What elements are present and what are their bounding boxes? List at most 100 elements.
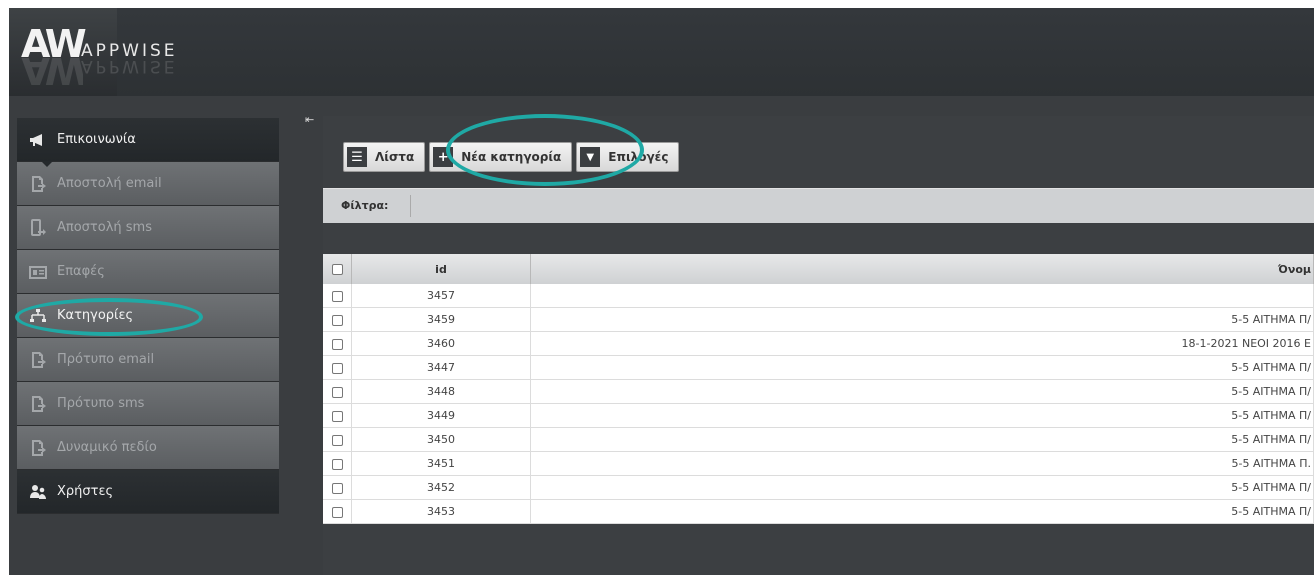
cell-id: 3452: [351, 475, 531, 500]
list-button-label: Λίστα: [375, 150, 415, 164]
select-all-header[interactable]: [323, 254, 352, 284]
row-select-cell[interactable]: [323, 499, 352, 524]
list-icon: ☰: [347, 147, 367, 167]
row-select-cell[interactable]: [323, 475, 352, 500]
row-checkbox[interactable]: [331, 338, 343, 350]
sidebar-item-label: Χρήστες: [57, 484, 114, 499]
new-category-button[interactable]: + Νέα κατηγορία: [429, 142, 573, 172]
categories-table: id Όνομ 3457 3459 5-5 ΑΙΤΗΜΑ Π/3460 18-1-20…: [323, 254, 1314, 524]
row-checkbox[interactable]: [331, 314, 343, 326]
filter-divider: [410, 195, 411, 217]
cell-id: 3459: [351, 307, 531, 332]
row-select-cell[interactable]: [323, 284, 352, 308]
options-button[interactable]: ▼ Επιλογές: [576, 142, 680, 172]
table-row[interactable]: 3457: [323, 284, 1314, 308]
filter-bar: Φίλτρα:: [323, 188, 1314, 223]
row-select-cell[interactable]: [323, 379, 352, 404]
cell-name: 5-5 ΑΙΤΗΜΑ Π/: [530, 475, 1314, 500]
row-checkbox[interactable]: [331, 410, 343, 422]
table-row[interactable]: 3447 5-5 ΑΙΤΗΜΑ Π/: [323, 355, 1314, 380]
main-content: ☰ Λίστα + Νέα κατηγορία ▼ Επιλογές Φίλτρ…: [323, 96, 1314, 575]
row-checkbox[interactable]: [331, 290, 343, 302]
table-row[interactable]: 3448 5-5 ΑΙΤΗΜΑ Π/: [323, 379, 1314, 404]
cell-id: 3457: [351, 284, 531, 308]
row-select-cell[interactable]: [323, 427, 352, 452]
column-header-id[interactable]: id: [351, 254, 531, 284]
row-checkbox[interactable]: [331, 458, 343, 470]
row-checkbox[interactable]: [331, 362, 343, 374]
plus-icon: +: [433, 147, 454, 167]
sidebar-item-categories[interactable]: Κατηγορίες: [17, 294, 279, 337]
table-row[interactable]: 3449 5-5 ΑΙΤΗΜΑ Π/: [323, 403, 1314, 428]
cell-id: 3448: [351, 379, 531, 404]
megaphone-icon: [29, 131, 47, 149]
select-all-checkbox[interactable]: [331, 264, 343, 275]
table-header-row: id Όνομ: [323, 254, 1314, 284]
sidebar-item-label: Δυναμικό πεδίο: [57, 440, 157, 455]
cell-name: 5-5 ΑΙΤΗΜΑ Π/: [530, 427, 1314, 452]
cell-name: 5-5 ΑΙΤΗΜΑ Π/: [530, 307, 1314, 332]
app-header: AW AW APPWISE APPWISE: [9, 8, 1314, 96]
sidebar-item-send-email[interactable]: Αποστολή email: [17, 162, 279, 205]
row-select-cell[interactable]: [323, 331, 352, 356]
cell-name: 5-5 ΑΙΤΗΜΑ Π/: [530, 403, 1314, 428]
sidebar-item-email-template[interactable]: Πρότυπο email: [17, 338, 279, 381]
column-header-name[interactable]: Όνομ: [530, 254, 1314, 284]
collapse-sidebar-icon[interactable]: ⇤: [305, 113, 314, 126]
cell-name: 5-5 ΑΙΤΗΜΑ Π.: [530, 451, 1314, 476]
list-button[interactable]: ☰ Λίστα: [343, 142, 426, 172]
table-row[interactable]: 3453 5-5 ΑΙΤΗΜΑ Π/: [323, 499, 1314, 524]
cell-name: 5-5 ΑΙΤΗΜΑ Π/: [530, 499, 1314, 524]
sidebar-item-communication[interactable]: Επικοινωνία: [17, 118, 279, 167]
row-select-cell[interactable]: [323, 307, 352, 332]
sidebar-item-users[interactable]: Χρήστες: [17, 470, 279, 513]
document-arrow-icon: [29, 351, 47, 369]
document-arrow-icon: [29, 395, 47, 413]
row-checkbox[interactable]: [331, 482, 343, 494]
filter-label: Φίλτρα:: [341, 199, 389, 212]
main-panel: ☰ Λίστα + Νέα κατηγορία ▼ Επιλογές Φίλτρ…: [323, 116, 1314, 575]
row-select-cell[interactable]: [323, 451, 352, 476]
row-checkbox[interactable]: [331, 434, 343, 446]
sidebar-item-label: Πρότυπο sms: [57, 396, 145, 411]
sidebar-item-label: Επαφές: [57, 264, 105, 279]
app-window: AW AW APPWISE APPWISE Επικοινωνία Αποστο…: [9, 8, 1314, 575]
sidebar-item-label: Αποστολή sms: [57, 220, 152, 235]
sidebar-item-label: Αποστολή email: [57, 176, 162, 191]
sidebar-item-label: Κατηγορίες: [57, 308, 134, 323]
options-button-label: Επιλογές: [608, 150, 669, 164]
table-row[interactable]: 3450 5-5 ΑΙΤΗΜΑ Π/: [323, 427, 1314, 452]
document-arrow-icon: [29, 175, 47, 193]
brand-name-reflection: APPWISE: [81, 56, 178, 76]
table-row[interactable]: 3459 5-5 ΑΙΤΗΜΑ Π/: [323, 307, 1314, 332]
contacts-card-icon: [29, 263, 47, 281]
cell-name: 5-5 ΑΙΤΗΜΑ Π/: [530, 379, 1314, 404]
row-select-cell[interactable]: [323, 403, 352, 428]
sidebar-item-label: Πρότυπο email: [57, 352, 155, 367]
table-row[interactable]: 3460 18-1-2021 ΝΕΟΙ 2016 Ε: [323, 331, 1314, 356]
cell-id: 3460: [351, 331, 531, 356]
sidebar-item-sms-template[interactable]: Πρότυπο sms: [17, 382, 279, 425]
new-category-label: Νέα κατηγορία: [461, 150, 562, 164]
cell-name: 5-5 ΑΙΤΗΜΑ Π/: [530, 355, 1314, 380]
document-arrow-icon: [29, 439, 47, 457]
users-icon: [29, 483, 47, 501]
sidebar-item-contacts[interactable]: Επαφές: [17, 250, 279, 293]
sidebar-item-dynamic-field[interactable]: Δυναμικό πεδίο: [17, 426, 279, 469]
row-checkbox[interactable]: [331, 386, 343, 398]
phone-send-icon: [29, 218, 47, 237]
logo-mark-reflection: AW: [21, 58, 83, 92]
cell-id: 3450: [351, 427, 531, 452]
active-notch: [41, 161, 53, 167]
cell-id: 3453: [351, 499, 531, 524]
toolbar: ☰ Λίστα + Νέα κατηγορία ▼ Επιλογές: [343, 142, 680, 172]
sidebar-item-send-sms[interactable]: Αποστολή sms: [17, 206, 279, 249]
table-row[interactable]: 3451 5-5 ΑΙΤΗΜΑ Π.: [323, 451, 1314, 476]
cell-id: 3449: [351, 403, 531, 428]
triangle-down-icon: ▼: [580, 147, 601, 167]
cell-id: 3451: [351, 451, 531, 476]
row-checkbox[interactable]: [331, 506, 343, 518]
row-select-cell[interactable]: [323, 355, 352, 380]
hierarchy-icon: [29, 307, 47, 325]
table-row[interactable]: 3452 5-5 ΑΙΤΗΜΑ Π/: [323, 475, 1314, 500]
